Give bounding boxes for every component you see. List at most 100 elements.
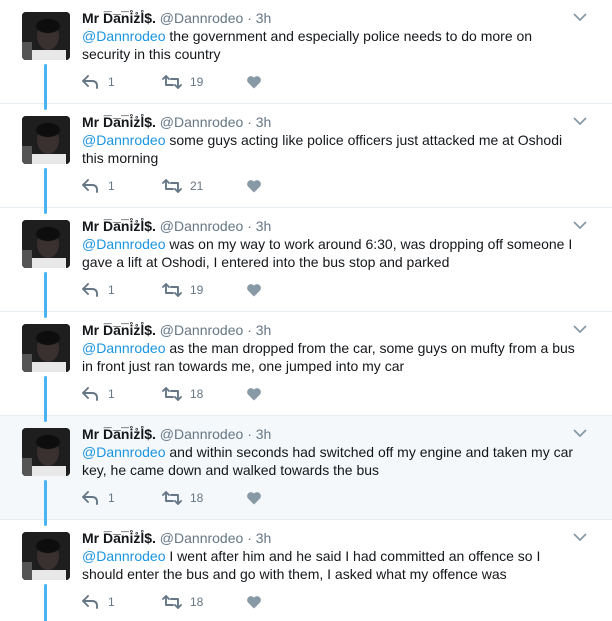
tweet-header: Mr D̅a̅n̅i̊z̊l̊$. @Dannrodeo · 3h	[82, 321, 572, 339]
avatar[interactable]	[22, 220, 70, 268]
retweet-count: 19	[190, 75, 204, 89]
mention-link[interactable]: @Dannrodeo	[82, 28, 166, 44]
reply-button[interactable]: 1	[82, 179, 162, 193]
like-button[interactable]	[246, 179, 276, 193]
separator: ·	[247, 10, 252, 26]
thread-connector	[44, 584, 47, 621]
reply-icon	[82, 283, 98, 297]
tweet-header: Mr D̅a̅n̅i̊z̊l̊$. @Dannrodeo · 3h	[82, 217, 572, 235]
like-button[interactable]	[246, 283, 276, 297]
tweet-text: @Dannrodeo the government and especially…	[82, 27, 582, 63]
timestamp[interactable]: 3h	[256, 426, 272, 442]
timestamp[interactable]: 3h	[256, 114, 272, 130]
separator: ·	[247, 114, 252, 130]
separator: ·	[247, 322, 252, 338]
like-button[interactable]	[246, 491, 276, 505]
author-name[interactable]: Mr D̅a̅n̅i̊z̊l̊$.	[82, 322, 156, 338]
author-handle[interactable]: @Dannrodeo	[160, 10, 244, 26]
avatar[interactable]	[22, 324, 70, 372]
tweet-actions: 1 18	[82, 593, 276, 611]
author-handle[interactable]: @Dannrodeo	[160, 530, 244, 546]
mention-link[interactable]: @Dannrodeo	[82, 340, 166, 356]
author-name[interactable]: Mr D̅a̅n̅i̊z̊l̊$.	[82, 114, 156, 130]
tweet-actions: 1 21	[82, 177, 276, 195]
reply-button[interactable]: 1	[82, 595, 162, 609]
retweet-button[interactable]: 19	[162, 283, 246, 297]
tweet[interactable]: Mr D̅a̅n̅i̊z̊l̊$. @Dannrodeo · 3h @Dannr…	[0, 208, 612, 318]
reply-count: 1	[108, 595, 115, 609]
tweet-actions: 1 19	[82, 281, 276, 299]
retweet-count: 18	[190, 387, 204, 401]
thread-connector	[44, 480, 47, 526]
tweet[interactable]: Mr D̅a̅n̅i̊z̊l̊$. @Dannrodeo · 3h @Dannr…	[0, 104, 612, 214]
retweet-button[interactable]: 19	[162, 75, 246, 89]
author-name[interactable]: Mr D̅a̅n̅i̊z̊l̊$.	[82, 426, 156, 442]
avatar[interactable]	[22, 12, 70, 60]
chevron-down-icon[interactable]	[572, 218, 588, 230]
retweet-icon	[162, 491, 182, 505]
timestamp[interactable]: 3h	[256, 218, 272, 234]
reply-count: 1	[108, 387, 115, 401]
thread-connector	[44, 272, 47, 318]
reply-count: 1	[108, 283, 115, 297]
thread-connector	[44, 64, 47, 110]
tweet-text: @Dannrodeo I went after him and he said …	[82, 547, 582, 583]
author-handle[interactable]: @Dannrodeo	[160, 322, 244, 338]
retweet-icon	[162, 283, 182, 297]
retweet-count: 21	[190, 179, 204, 193]
heart-icon	[246, 595, 262, 609]
like-button[interactable]	[246, 387, 276, 401]
like-button[interactable]	[246, 595, 276, 609]
reply-icon	[82, 491, 98, 505]
author-name[interactable]: Mr D̅a̅n̅i̊z̊l̊$.	[82, 530, 156, 546]
avatar[interactable]	[22, 532, 70, 580]
mention-link[interactable]: @Dannrodeo	[82, 236, 166, 252]
tweet[interactable]: Mr D̅a̅n̅i̊z̊l̊$. @Dannrodeo · 3h @Dannr…	[0, 312, 612, 422]
chevron-down-icon[interactable]	[572, 114, 588, 126]
reply-count: 1	[108, 75, 115, 89]
tweet-header: Mr D̅a̅n̅i̊z̊l̊$. @Dannrodeo · 3h	[82, 529, 572, 547]
author-handle[interactable]: @Dannrodeo	[160, 218, 244, 234]
mention-link[interactable]: @Dannrodeo	[82, 548, 166, 564]
reply-icon	[82, 595, 98, 609]
retweet-button[interactable]: 21	[162, 179, 246, 193]
tweet-text: @Dannrodeo as the man dropped from the c…	[82, 339, 582, 375]
chevron-down-icon[interactable]	[572, 322, 588, 334]
tweet-text: @Dannrodeo was on my way to work around …	[82, 235, 582, 271]
retweet-button[interactable]: 18	[162, 595, 246, 609]
author-handle[interactable]: @Dannrodeo	[160, 426, 244, 442]
timestamp[interactable]: 3h	[256, 530, 272, 546]
like-button[interactable]	[246, 75, 276, 89]
thread-connector	[44, 376, 47, 422]
tweet[interactable]: Mr D̅a̅n̅i̊z̊l̊$. @Dannrodeo · 3h @Dannr…	[0, 0, 612, 110]
mention-link[interactable]: @Dannrodeo	[82, 444, 166, 460]
author-name[interactable]: Mr D̅a̅n̅i̊z̊l̊$.	[82, 218, 156, 234]
chevron-down-icon[interactable]	[572, 426, 588, 438]
reply-button[interactable]: 1	[82, 283, 162, 297]
separator: ·	[247, 426, 252, 442]
reply-count: 1	[108, 179, 115, 193]
mention-link[interactable]: @Dannrodeo	[82, 132, 166, 148]
tweet[interactable]: Mr D̅a̅n̅i̊z̊l̊$. @Dannrodeo · 3h @Dannr…	[0, 416, 612, 526]
tweet-thread: Mr D̅a̅n̅i̊z̊l̊$. @Dannrodeo · 3h @Dannr…	[0, 0, 612, 621]
chevron-down-icon[interactable]	[572, 530, 588, 542]
reply-button[interactable]: 1	[82, 491, 162, 505]
tweet[interactable]: Mr D̅a̅n̅i̊z̊l̊$. @Dannrodeo · 3h @Dannr…	[0, 520, 612, 621]
chevron-down-icon[interactable]	[572, 10, 588, 22]
author-handle[interactable]: @Dannrodeo	[160, 114, 244, 130]
author-name[interactable]: Mr D̅a̅n̅i̊z̊l̊$.	[82, 10, 156, 26]
reply-button[interactable]: 1	[82, 387, 162, 401]
avatar[interactable]	[22, 428, 70, 476]
separator: ·	[247, 218, 252, 234]
retweet-button[interactable]: 18	[162, 491, 246, 505]
reply-icon	[82, 387, 98, 401]
separator: ·	[247, 530, 252, 546]
heart-icon	[246, 491, 262, 505]
reply-button[interactable]: 1	[82, 75, 162, 89]
timestamp[interactable]: 3h	[256, 322, 272, 338]
avatar[interactable]	[22, 116, 70, 164]
retweet-button[interactable]: 18	[162, 387, 246, 401]
timestamp[interactable]: 3h	[256, 10, 272, 26]
tweet-actions: 1 18	[82, 489, 276, 507]
heart-icon	[246, 387, 262, 401]
